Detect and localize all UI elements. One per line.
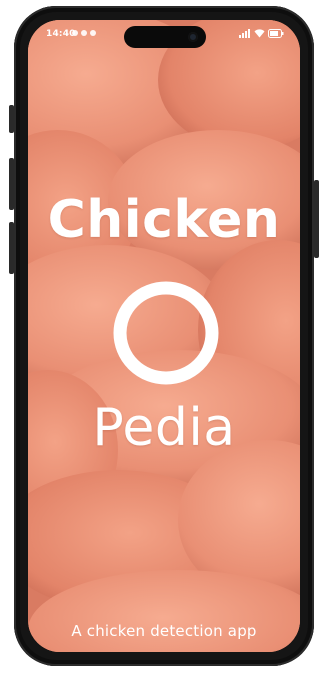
power-button (314, 180, 319, 258)
logo-word-chicken: Chicken (47, 190, 281, 250)
action-button (9, 105, 14, 133)
battery-icon (268, 29, 284, 38)
app-tagline: A chicken detection app (71, 622, 257, 640)
logo-letter-o-text: O (166, 337, 167, 339)
volume-up-button (9, 158, 14, 210)
notification-icon (81, 30, 87, 36)
status-notification-icons (72, 30, 96, 36)
logo-letter-o: O (113, 281, 219, 385)
splash-screen: 14:40 Chicken O Pedia A chicken detectio… (28, 20, 300, 652)
notification-icon (72, 30, 78, 36)
signal-icon (239, 29, 250, 38)
wifi-icon (254, 29, 265, 38)
dynamic-island (124, 26, 206, 48)
notification-icon (90, 30, 96, 36)
volume-down-button (9, 222, 14, 274)
status-system-icons (239, 29, 284, 38)
logo-word-pedia: Pedia (92, 398, 236, 458)
front-camera-icon (188, 32, 198, 42)
